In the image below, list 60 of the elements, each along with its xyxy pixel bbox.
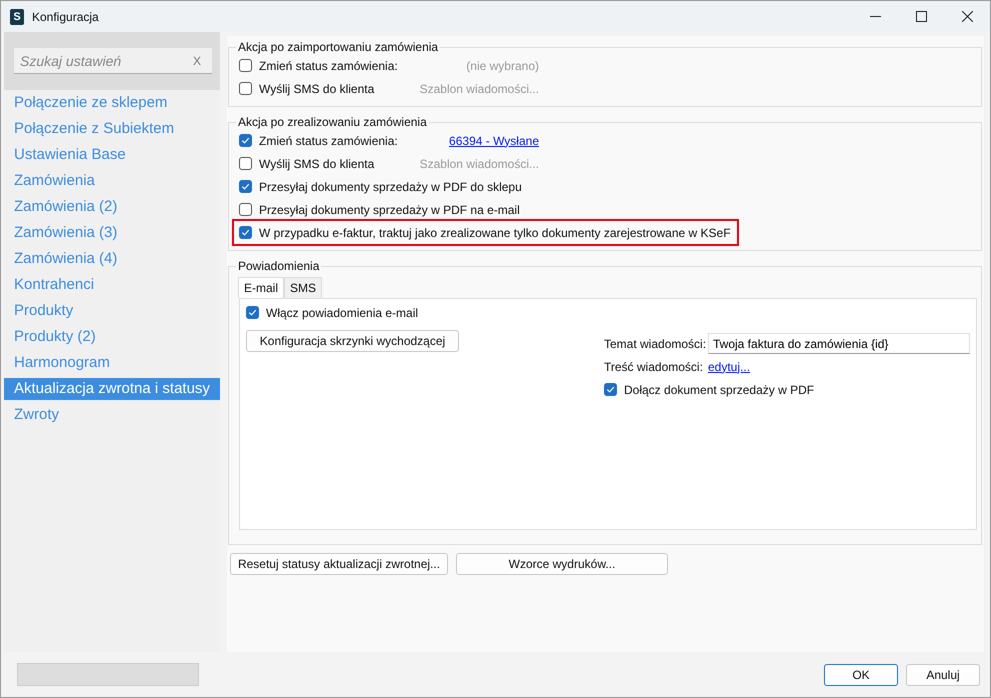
checkbox[interactable] <box>239 203 252 216</box>
edit-link[interactable]: edytuj... <box>708 360 750 374</box>
tab[interactable]: SMS <box>284 277 322 298</box>
sidebar-item[interactable]: Aktualizacja zwrotna i statusy <box>4 378 220 400</box>
sidebar-item[interactable]: Produkty (2) <box>4 324 220 350</box>
window-title: Konfiguracja <box>32 10 99 24</box>
checkbox-label: Dołącz dokument sprzedaży w PDF <box>624 382 814 396</box>
group-title: Akcja po zaimportowaniu zamówienia <box>237 40 440 54</box>
maximize-icon[interactable] <box>916 11 927 22</box>
sidebar-item[interactable]: Połączenie z Subiektem <box>4 116 220 142</box>
checkbox-label: W przypadku e-faktur, traktuj jako zrealizowane tylko dokumenty zarejestrowane w KSeF <box>259 226 731 240</box>
subject-field[interactable]: Twoja faktura do zamówienia {id} <box>708 333 970 354</box>
checkbox-label: Zmień status zamówienia: <box>259 58 399 72</box>
group-title: Powiadomienia <box>237 259 320 273</box>
checkbox[interactable] <box>246 306 259 319</box>
checkbox-label: Przesyłaj dokumenty sprzedaży w PDF do sklepu <box>259 180 522 194</box>
value-hint[interactable]: Szablon wiadomości... <box>420 156 539 170</box>
sidebar-item[interactable]: Zwroty <box>4 402 220 428</box>
checkbox-label: Zmień status zamówienia: <box>259 134 399 148</box>
checkbox[interactable] <box>239 134 252 147</box>
checkbox[interactable] <box>239 82 252 95</box>
clear-button[interactable]: X <box>192 54 208 68</box>
value-hint[interactable]: (nie wybrano) <box>466 58 539 72</box>
check-icon <box>248 308 257 317</box>
sidebar-item[interactable]: Zamówienia (3) <box>4 220 220 246</box>
action-button[interactable]: Wzorce wydruków... <box>456 553 668 575</box>
checkbox-label: Włącz powiadomienia e-mail <box>266 306 418 320</box>
checkbox[interactable] <box>239 157 252 170</box>
check-icon <box>241 228 250 237</box>
tab[interactable]: E-mail <box>238 277 284 298</box>
sidebar-item[interactable]: Zamówienia <box>4 168 220 194</box>
checkbox[interactable] <box>239 180 252 193</box>
check-icon <box>241 182 250 191</box>
sidebar-item[interactable]: Kontrahenci <box>4 272 220 298</box>
sidebar-item[interactable]: Połączenie ze sklepem <box>4 90 220 116</box>
close-icon[interactable] <box>962 11 973 22</box>
sidebar-item[interactable]: Harmonogram <box>4 350 220 376</box>
sidebar-item[interactable]: Zamówienia (2) <box>4 194 220 220</box>
action-button[interactable]: Resetuj statusy aktualizacji zwrotnej... <box>230 553 448 575</box>
subject-label: Temat wiadomości: <box>604 336 708 350</box>
check-icon <box>606 385 615 394</box>
dialog-button[interactable]: OK <box>824 664 898 686</box>
value-hint[interactable]: Szablon wiadomości... <box>420 82 539 96</box>
checkbox[interactable] <box>239 59 252 72</box>
group-title: Akcja po zrealizowaniu zamówienia <box>237 115 428 129</box>
checkbox[interactable] <box>239 226 252 239</box>
checkbox-label: Przesyłaj dokumenty sprzedaży w PDF na e-mail <box>259 202 520 216</box>
sidebar-item[interactable]: Ustawienia Base <box>4 142 220 168</box>
dialog-button[interactable]: Anuluj <box>906 664 980 686</box>
sidebar-item[interactable]: Zamówienia (4) <box>4 246 220 272</box>
checkbox[interactable] <box>604 383 617 396</box>
app-icon: S <box>10 8 24 24</box>
body-label: Treść wiadomości: <box>604 360 704 374</box>
checkbox-label: Wyślij SMS do klienta <box>259 156 376 170</box>
checkbox-label: Wyślij SMS do klienta <box>259 82 376 96</box>
outbox-config-button[interactable]: Konfiguracja skrzynki wychodzącej <box>246 330 459 352</box>
check-icon <box>241 136 250 145</box>
status-link[interactable]: 66394 - Wysłane <box>449 134 539 148</box>
search-field[interactable]: Szukaj ustawień X <box>14 48 212 74</box>
sidebar-item[interactable]: Produkty <box>4 298 220 324</box>
